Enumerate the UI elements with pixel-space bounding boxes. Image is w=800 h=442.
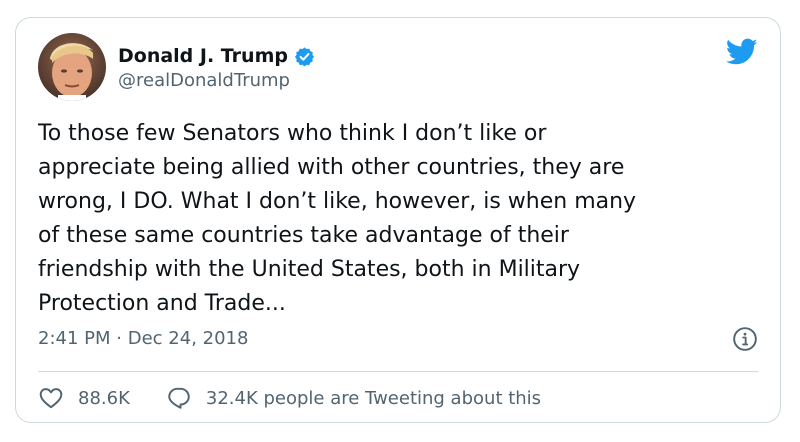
- tweet-card[interactable]: Donald J. Trump @realDonaldTrump To thos…: [15, 17, 781, 423]
- tweet-text-line: wrong, I DO. What I don’t like, however,…: [38, 189, 637, 214]
- avatar[interactable]: [38, 33, 106, 101]
- tweet-text-line: To those few Senators who think I don’t …: [38, 121, 547, 146]
- author-handle[interactable]: @realDonaldTrump: [118, 70, 290, 91]
- twitter-bird-icon[interactable]: [725, 38, 758, 66]
- heart-icon: [39, 388, 63, 409]
- divider: [38, 371, 758, 372]
- tweet-date[interactable]: Dec 24, 2018: [128, 328, 249, 349]
- tweet-text-line: Protection and Trade...: [38, 291, 286, 316]
- like-button[interactable]: 88.6K: [38, 385, 130, 411]
- verified-badge-icon: [294, 46, 315, 67]
- author-name-row[interactable]: Donald J. Trump: [118, 42, 315, 70]
- like-count: 88.6K: [78, 387, 130, 409]
- tweet-actions: 88.6K 32.4K people are Tweeting about th…: [38, 385, 541, 411]
- reply-button[interactable]: 32.4K people are Tweeting about this: [166, 385, 541, 411]
- tweet-text-line: of these same countries take advantage o…: [38, 223, 569, 248]
- meta-separator: ·: [116, 328, 122, 349]
- tweet-text-line: appreciate being allied with other count…: [38, 155, 625, 180]
- info-icon[interactable]: [732, 326, 758, 352]
- tweet-text: To those few Senators who think I don’t …: [38, 117, 768, 321]
- tweet-timestamp[interactable]: 2:41 PM · Dec 24, 2018: [38, 328, 248, 349]
- tweeting-count: 32.4K people are Tweeting about this: [205, 387, 542, 409]
- display-name[interactable]: Donald J. Trump: [118, 45, 288, 67]
- tweet-text-line: friendship with the United States, both …: [38, 257, 581, 282]
- tweet-time[interactable]: 2:41 PM: [38, 328, 111, 349]
- speech-bubble-icon: [168, 387, 190, 409]
